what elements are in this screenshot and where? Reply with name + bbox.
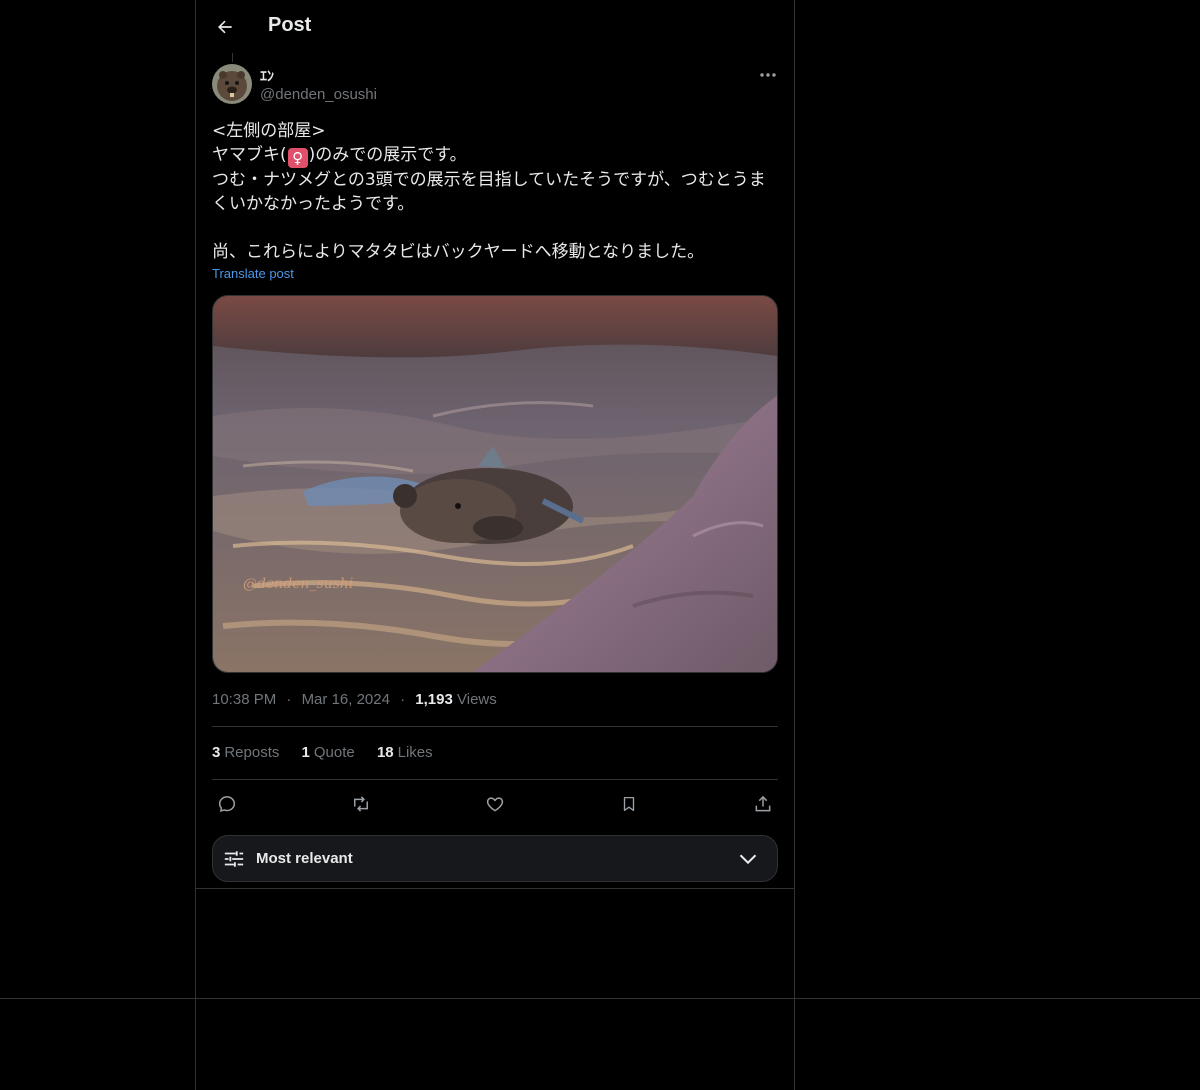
post-meta: 10:38 PM · Mar 16, 2024 · 1,193 Views — [212, 691, 497, 708]
post-date[interactable]: Mar 16, 2024 — [302, 691, 390, 708]
image-watermark: @denden_sushi — [243, 576, 353, 592]
author-display-name[interactable]: ｴﾝ — [260, 66, 274, 86]
sliders-icon — [224, 851, 244, 867]
likes-stat[interactable]: 18 Likes — [377, 744, 433, 761]
sort-label: Most relevant — [256, 850, 353, 867]
more-options-button[interactable] — [756, 64, 780, 86]
post-text-line: 尚、これらによりマタタビはバックヤードへ移動となりました。 — [212, 242, 705, 262]
reposts-count: 3 — [212, 744, 221, 761]
share-button[interactable] — [748, 790, 778, 818]
post-text-line: <左側の部屋> — [212, 121, 326, 141]
likes-count: 18 — [376, 744, 394, 761]
post-stats: 3 Reposts 1 Quote 18 Likes — [212, 744, 451, 761]
post-text-fragment: ヤマブキ( — [212, 145, 287, 165]
reposts-label: Reposts — [224, 744, 280, 761]
post-text-line: ヤマブキ(♀)のみでの展示です。 — [212, 143, 772, 168]
avatar[interactable] — [212, 64, 252, 104]
divider — [212, 779, 778, 780]
meta-separator: · — [400, 691, 406, 708]
action-bar — [212, 790, 778, 818]
like-button[interactable] — [480, 790, 510, 818]
column-divider — [196, 888, 794, 889]
chevron-down-icon — [739, 854, 757, 865]
main-column: Post ｴﾝ @denden_osushi <左側の部屋> ヤマブキ(♀)… — [195, 0, 795, 1090]
post-text-line: つむ・ナツメグとの3頭での展示を目指していたそうですが、つむとうま — [212, 170, 766, 190]
post-time[interactable]: 10:38 PM — [212, 691, 276, 708]
reply-button[interactable] — [212, 790, 242, 818]
post-text: <左側の部屋> ヤマブキ(♀)のみでの展示です。 つむ・ナツメグとの3頭での展示… — [212, 119, 772, 264]
back-button[interactable] — [210, 12, 240, 42]
divider — [212, 726, 778, 727]
reply-icon — [218, 796, 236, 812]
share-icon — [755, 795, 771, 812]
author-handle[interactable]: @denden_osushi — [260, 86, 377, 103]
arrow-left-icon — [218, 20, 232, 34]
bookmark-icon — [623, 796, 635, 812]
post-image[interactable]: @denden_sushi — [212, 295, 778, 673]
heart-icon — [486, 797, 504, 812]
post-header: Post — [196, 0, 794, 53]
reposts-stat[interactable]: 3 Reposts — [212, 744, 279, 761]
beaver-photo: @denden_sushi — [213, 296, 777, 672]
bookmark-button[interactable] — [614, 790, 644, 818]
translate-post-link[interactable]: Translate post — [212, 266, 294, 281]
reply-sort-dropdown[interactable]: Most relevant — [212, 835, 778, 882]
female-sign-icon: ♀ — [287, 148, 308, 168]
repost-icon — [354, 796, 368, 812]
page: Post ｴﾝ @denden_osushi <左側の部屋> ヤマブキ(♀)… — [0, 0, 1200, 1090]
post-text-line — [212, 216, 772, 240]
thread-connector — [232, 53, 233, 62]
views-count: 1,193 — [415, 691, 453, 708]
views-label: Views — [457, 691, 497, 708]
likes-label: Likes — [397, 744, 433, 761]
avatar-image — [212, 64, 252, 104]
quotes-count: 1 — [301, 744, 310, 761]
post-text-fragment: )のみでの展示です。 — [308, 145, 467, 165]
post-text-line: くいかなかったようです。 — [212, 194, 415, 214]
repost-button[interactable] — [346, 790, 376, 818]
quotes-label: Quote — [313, 744, 355, 761]
page-title: Post — [268, 14, 312, 36]
more-horizontal-icon — [760, 73, 776, 77]
meta-separator: · — [286, 691, 292, 708]
quotes-stat[interactable]: 1 Quote — [302, 744, 355, 761]
